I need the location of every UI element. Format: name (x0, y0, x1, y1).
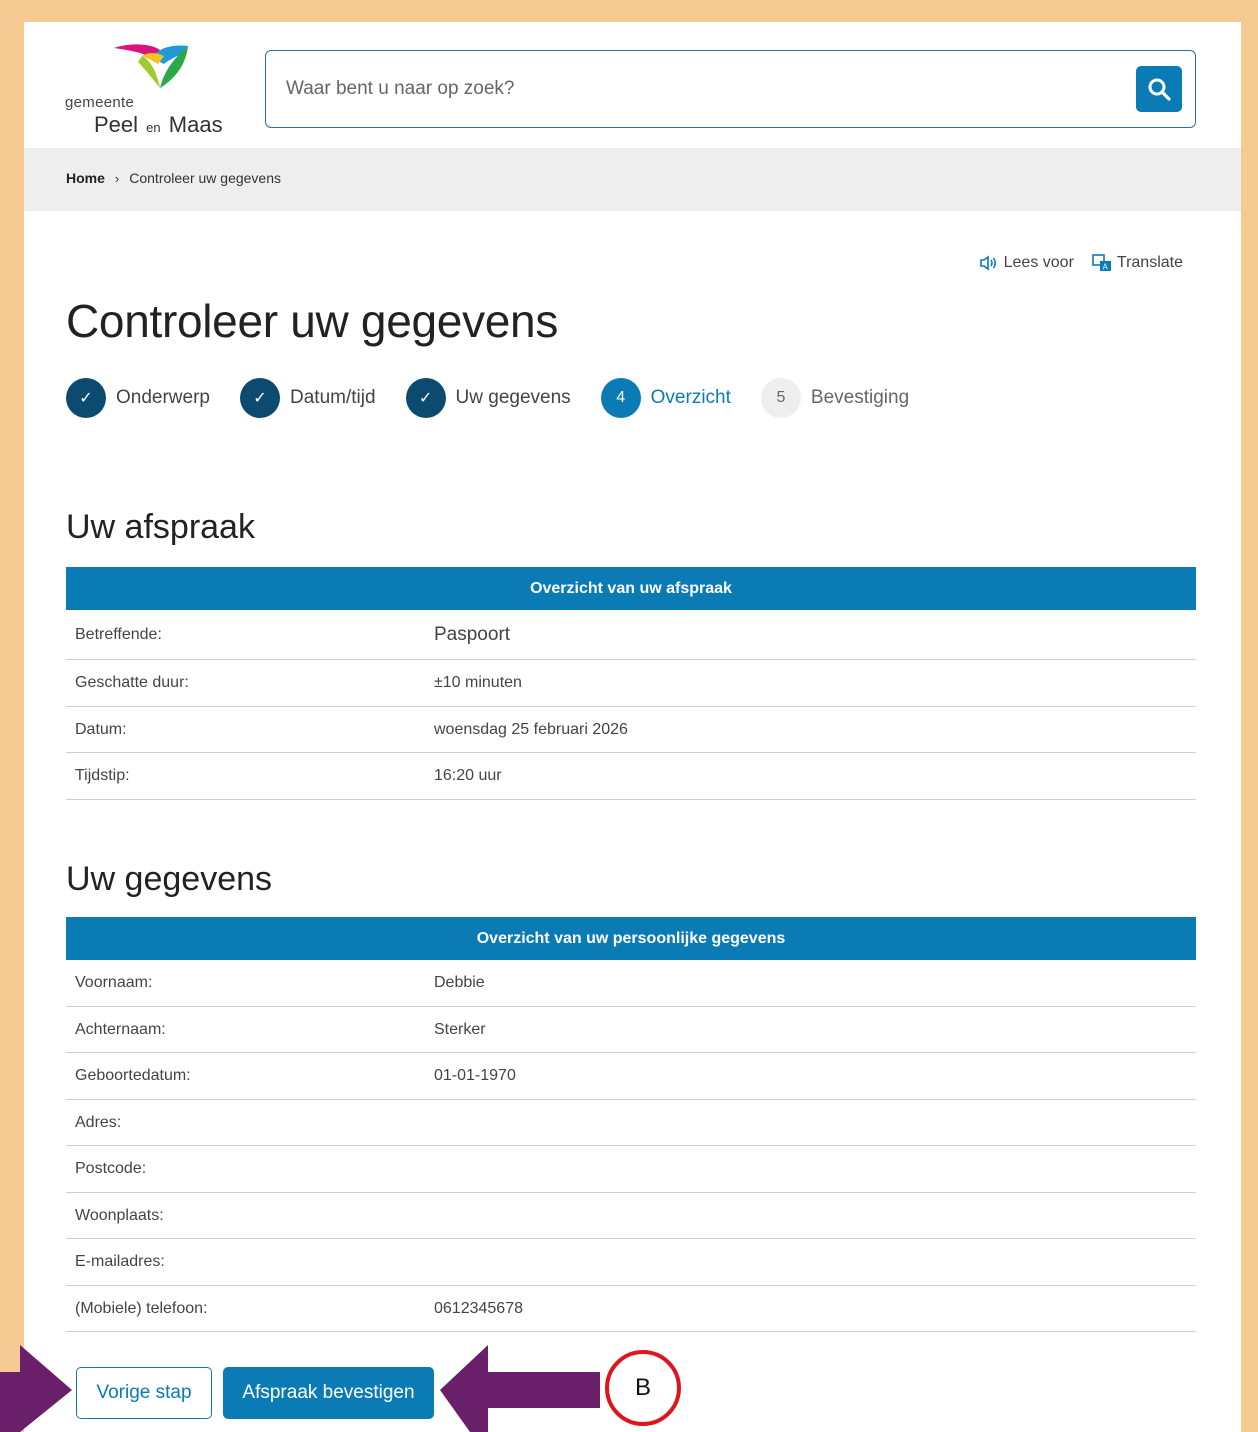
table-row: Datum: woensdag 25 februari 2026 (66, 707, 1196, 753)
appointment-table-header: Overzicht van uw afspraak (66, 567, 1196, 610)
step-uw-gegevens: ✓ Uw gegevens (405, 378, 571, 418)
table-row: Betreffende: Paspoort (66, 610, 1196, 660)
row-value: Paspoort (434, 623, 511, 645)
search-button[interactable] (1136, 66, 1182, 112)
speaker-icon (979, 255, 996, 271)
breadcrumb-home-link[interactable]: Home (66, 170, 105, 186)
table-row: E-mailadres: (66, 1239, 1196, 1286)
page-frame: gemeente Peel en Maas Home › Controleer … (24, 22, 1241, 1432)
previous-step-button[interactable]: Vorige stap (76, 1367, 212, 1419)
appointment-section-title: Uw afspraak (66, 508, 255, 546)
breadcrumb-bar: Home › Controleer uw gegevens (24, 148, 1241, 211)
step-overzicht: 4 Overzicht (600, 378, 731, 418)
table-row: Adres: (66, 1100, 1196, 1146)
page-tools: Lees voor A Translate (979, 254, 1183, 272)
breadcrumb-separator-icon: › (114, 170, 120, 186)
progress-stepper: ✓ Onderwerp ✓ Datum/tijd ✓ Uw gegevens 4… (66, 378, 939, 418)
personal-table-header: Overzicht van uw persoonlijke gegevens (66, 917, 1196, 960)
step-number: 5 (760, 378, 801, 418)
step-check-icon: ✓ (66, 378, 106, 418)
logo-text-gemeente: gemeente (65, 94, 135, 111)
step-check-icon: ✓ (405, 378, 446, 418)
step-bevestiging: 5 Bevestiging (760, 378, 910, 418)
municipality-logo[interactable]: gemeente Peel en Maas (64, 42, 234, 137)
row-key: (Mobiele) telefoon: (75, 1299, 208, 1317)
breadcrumb: Home › Controleer uw gegevens (66, 170, 281, 186)
table-row: Achternaam: Sterker (66, 1007, 1196, 1053)
logo-text-peel-en-maas: Peel en Maas (94, 112, 223, 137)
step-number: 4 (600, 378, 641, 418)
row-key: Betreffende: (75, 625, 162, 643)
step-label: Bevestiging (810, 387, 910, 408)
step-label: Onderwerp (116, 387, 210, 408)
page-title: Controleer uw gegevens (66, 295, 559, 347)
confirm-appointment-button[interactable]: Afspraak bevestigen (223, 1367, 434, 1419)
row-value: ±10 minuten (434, 674, 522, 691)
row-key: Datum: (75, 720, 127, 738)
step-label: Datum/tijd (290, 387, 376, 408)
annotation-marker-b: B (605, 1350, 681, 1426)
search-box (265, 50, 1196, 128)
translate-button[interactable]: A Translate (1092, 254, 1183, 272)
row-value: woensdag 25 februari 2026 (434, 720, 628, 738)
svg-text:A: A (1102, 263, 1108, 272)
row-key: Adres: (75, 1113, 122, 1131)
row-value: 01-01-1970 (434, 1067, 516, 1084)
read-aloud-label: Lees voor (1003, 254, 1074, 271)
step-label: Overzicht (650, 387, 731, 408)
breadcrumb-current: Controleer uw gegevens (129, 170, 282, 186)
table-row: Geschatte duur: ±10 minuten (66, 660, 1196, 707)
table-row: (Mobiele) telefoon: 0612345678 (66, 1286, 1196, 1332)
row-value: Sterker (434, 1020, 486, 1038)
row-value: 0612345678 (434, 1299, 523, 1317)
personal-table: Overzicht van uw persoonlijke gegevens V… (66, 917, 1196, 1332)
search-input[interactable] (286, 69, 1106, 109)
table-row: Postcode: (66, 1146, 1196, 1193)
table-row: Woonplaats: (66, 1193, 1196, 1239)
table-row: Tijdstip: 16:20 uur (66, 753, 1196, 800)
row-key: Geschatte duur: (75, 674, 189, 691)
step-onderwerp: ✓ Onderwerp (66, 378, 210, 418)
translate-label: Translate (1116, 254, 1183, 271)
step-check-icon: ✓ (240, 378, 280, 418)
search-icon (1148, 78, 1171, 101)
step-datum-tijd: ✓ Datum/tijd (240, 378, 376, 418)
row-value: Debbie (434, 974, 485, 991)
step-label: Uw gegevens (455, 387, 571, 408)
appointment-table: Overzicht van uw afspraak Betreffende: P… (66, 567, 1196, 800)
read-aloud-button[interactable]: Lees voor (979, 254, 1074, 272)
logo-mark-icon (114, 44, 188, 88)
row-key: Postcode: (75, 1160, 147, 1177)
row-key: Achternaam: (75, 1020, 166, 1038)
translate-icon: A (1092, 254, 1111, 272)
table-row: Voornaam: Debbie (66, 960, 1196, 1007)
site-header: gemeente Peel en Maas (24, 22, 1241, 148)
row-value: 16:20 uur (434, 767, 502, 784)
row-key: Voornaam: (75, 974, 153, 991)
table-row: Geboortedatum: 01-01-1970 (66, 1053, 1196, 1100)
row-key: Tijdstip: (75, 767, 130, 784)
row-key: E-mailadres: (75, 1253, 165, 1270)
row-key: Woonplaats: (75, 1206, 164, 1224)
row-key: Geboortedatum: (75, 1067, 191, 1084)
personal-section-title: Uw gegevens (66, 860, 273, 898)
